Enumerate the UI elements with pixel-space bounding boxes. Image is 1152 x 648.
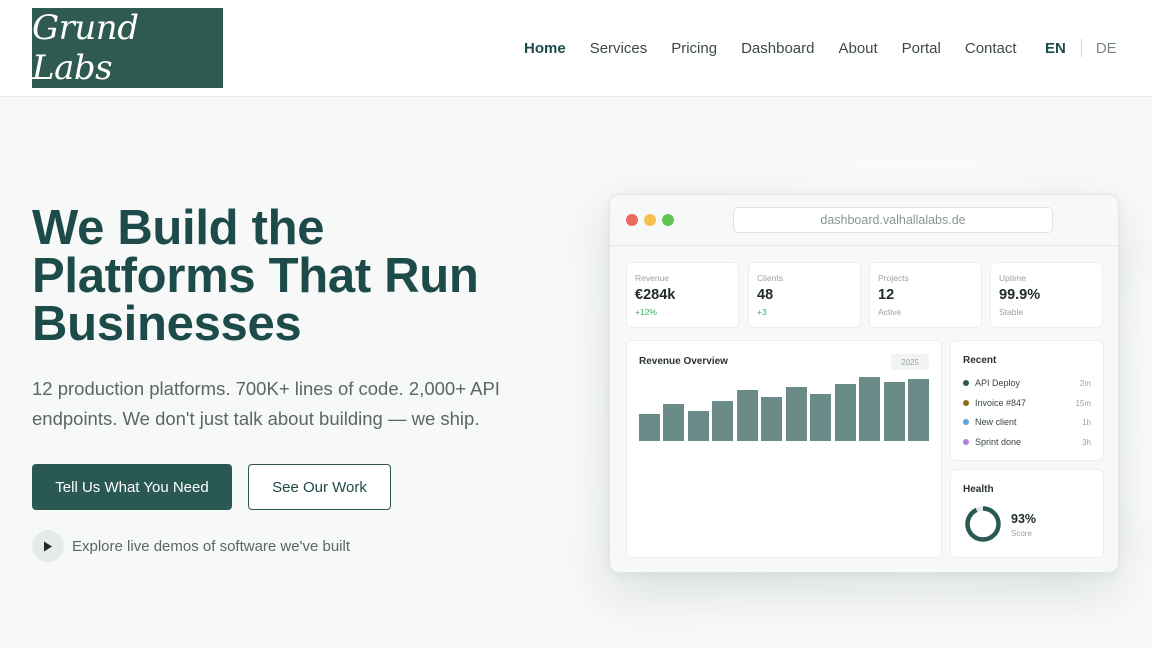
revenue-bar: [687, 411, 709, 441]
logo[interactable]: Grund Labs: [32, 8, 223, 88]
health-score-label: Score: [1011, 529, 1032, 538]
window-close-dot-icon: [626, 214, 638, 226]
nav-home[interactable]: Home: [524, 40, 566, 57]
stat-label: Revenue: [635, 273, 670, 283]
lang-en[interactable]: EN: [1045, 40, 1066, 57]
status-dot-icon: [963, 400, 969, 406]
nav-services[interactable]: Services: [590, 40, 648, 57]
health-score-value: 93%: [1011, 512, 1037, 526]
url-bar: dashboard.valhallalabs.de: [733, 207, 1053, 233]
stat-card-revenue: Revenue €284k +12%: [626, 262, 739, 328]
stat-note: Active: [878, 307, 902, 317]
health-title: Health: [963, 484, 994, 495]
stat-note: Stable: [999, 307, 1024, 317]
revenue-overview-panel: Revenue Overview 2025: [626, 340, 942, 558]
subtext-line-2: endpoints. We don't just talk about buil…: [32, 408, 480, 429]
lang-de[interactable]: DE: [1096, 40, 1117, 57]
revenue-bar: [859, 377, 881, 441]
stat-card-clients: Clients 48 +3: [748, 262, 861, 328]
recent-title: Recent: [963, 355, 997, 366]
status-dot-icon: [963, 419, 969, 425]
nav-contact[interactable]: Contact: [965, 40, 1017, 57]
nav-about[interactable]: About: [838, 40, 877, 57]
play-icon[interactable]: [32, 530, 64, 562]
lang-divider: [1080, 39, 1082, 57]
revenue-bar: [908, 379, 929, 441]
stat-label: Clients: [757, 273, 783, 283]
recent-item: Sprint done 3h: [963, 435, 1091, 449]
recent-item: Invoice #847 15m: [963, 396, 1091, 410]
stat-label: Uptime: [999, 273, 1026, 283]
explore-demos-text: Explore live demos of software we've bui…: [72, 537, 350, 555]
site-header: Grund Labs Home Services Pricing Dashboa…: [0, 0, 1152, 97]
stat-label: Projects: [878, 273, 909, 283]
revenue-bar: [810, 394, 832, 441]
nav-portal[interactable]: Portal: [902, 40, 941, 57]
stat-card-uptime: Uptime 99.9% Stable: [990, 262, 1103, 328]
recent-time: 15m: [1075, 398, 1091, 408]
recent-time: 3h: [1082, 437, 1091, 447]
subtext-line-1: 12 production platforms. 700K+ lines of …: [32, 378, 500, 399]
status-dot-icon: [963, 439, 969, 445]
hero-subtext: 12 production platforms. 700K+ lines of …: [32, 374, 542, 434]
status-dot-icon: [963, 380, 969, 386]
recent-item: New client 1h: [963, 415, 1091, 429]
revenue-bar: [663, 404, 685, 441]
health-panel: Health 93% Score: [950, 469, 1104, 558]
headline-line-1: We Build the: [32, 201, 325, 255]
revenue-bar: [712, 401, 734, 441]
main-nav: Home Services Pricing Dashboard About Po…: [524, 38, 1041, 58]
recent-time: 2m: [1079, 378, 1091, 388]
recent-label: API Deploy: [975, 378, 1021, 388]
revenue-overview-title: Revenue Overview: [639, 356, 728, 367]
tell-us-button[interactable]: Tell Us What You Need: [32, 464, 232, 510]
recent-time: 1h: [1082, 417, 1091, 427]
headline-line-2: Platforms That Run: [32, 249, 479, 303]
stat-note: +12%: [635, 307, 657, 317]
logo-text: Grund Labs: [32, 8, 139, 88]
revenue-bar: [761, 397, 783, 441]
revenue-bar: [639, 414, 660, 441]
stat-value: €284k: [635, 287, 676, 303]
dashboard-mockup: dashboard.valhallalabs.de Revenue €284k …: [609, 194, 1119, 573]
language-switcher: EN DE: [1045, 38, 1117, 58]
recent-panel: Recent API Deploy 2m Invoice #847 15m Ne…: [950, 340, 1104, 461]
see-our-work-button[interactable]: See Our Work: [248, 464, 391, 510]
nav-dashboard[interactable]: Dashboard: [741, 40, 814, 57]
health-ring-icon: [965, 506, 1001, 542]
hero-headline: We Build the Platforms That Run Business…: [32, 201, 552, 351]
window-minimize-dot-icon: [644, 214, 656, 226]
revenue-bar: [785, 387, 807, 441]
year-badge: 2025: [891, 354, 929, 370]
revenue-bar: [883, 382, 905, 441]
revenue-bar: [834, 384, 856, 441]
stat-value: 48: [757, 287, 774, 303]
headline-line-3: Businesses: [32, 297, 302, 351]
explore-demos-link[interactable]: Explore live demos of software we've bui…: [32, 530, 350, 562]
revenue-bar-chart: [639, 369, 929, 441]
nav-pricing[interactable]: Pricing: [671, 40, 717, 57]
recent-label: New client: [975, 417, 1017, 427]
stat-value: 99.9%: [999, 287, 1041, 303]
stat-card-projects: Projects 12 Active: [869, 262, 982, 328]
stat-note: +3: [757, 307, 767, 317]
mockup-titlebar: dashboard.valhallalabs.de: [610, 195, 1118, 246]
recent-label: Sprint done: [975, 437, 1022, 447]
recent-label: Invoice #847: [975, 398, 1027, 408]
revenue-bar: [736, 390, 758, 441]
stat-value: 12: [878, 287, 895, 303]
recent-item: API Deploy 2m: [963, 376, 1091, 390]
window-maximize-dot-icon: [662, 214, 674, 226]
